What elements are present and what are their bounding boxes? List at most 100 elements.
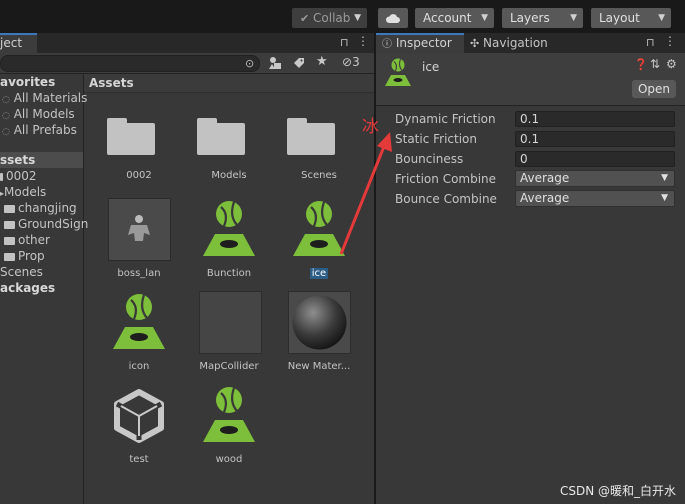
dynamic-friction-field[interactable]: 0.1: [515, 111, 675, 127]
chevron-down-icon: ▼: [481, 13, 488, 23]
asset-label: Bunction: [206, 268, 252, 279]
star-icon[interactable]: ★: [316, 54, 328, 69]
friction-combine-label: Friction Combine: [395, 172, 497, 186]
tree-item-models[interactable]: ▸Models: [0, 184, 46, 200]
folder-icon: [4, 236, 15, 245]
tree-item-packages[interactable]: ackages: [0, 280, 55, 296]
tree-item-0002[interactable]: 0002: [0, 168, 37, 184]
lock-icon[interactable]: ⊓: [340, 36, 349, 49]
bounce-combine-dropdown[interactable]: Average ▼: [515, 190, 675, 207]
gear-icon[interactable]: ⚙: [666, 57, 677, 71]
layers-dropdown[interactable]: Layers ▼: [502, 8, 583, 28]
tab-navigation[interactable]: ✣ Navigation: [470, 33, 580, 53]
project-tree: avorites ◌ All Materials ◌ All Models ◌ …: [0, 74, 88, 504]
layout-dropdown[interactable]: Layout ▼: [591, 8, 671, 28]
assets-breadcrumb: Assets: [84, 74, 374, 93]
asset-new-material[interactable]: New Mater...: [279, 291, 359, 375]
material-thumbnail: [288, 291, 351, 354]
search-input[interactable]: ⊙: [0, 55, 260, 72]
collab-button[interactable]: ✔ Collab ▼: [292, 8, 367, 28]
bounciness-label: Bounciness: [395, 152, 464, 166]
check-icon: ✔: [300, 12, 310, 25]
asset-label: test: [129, 454, 149, 465]
kebab-menu-icon[interactable]: ⋮: [357, 34, 369, 48]
tree-item-other[interactable]: other: [0, 232, 50, 248]
tag-icon: [294, 58, 304, 68]
account-dropdown[interactable]: Account ▼: [415, 8, 494, 28]
static-friction-label: Static Friction: [395, 132, 478, 146]
help-icon[interactable]: ❓: [634, 58, 648, 71]
tab-project[interactable]: ject: [0, 33, 37, 53]
tab-inspector[interactable]: ⓘ Inspector: [376, 33, 464, 53]
kebab-menu-icon[interactable]: ⋮: [664, 34, 676, 48]
asset-label: ice: [309, 268, 329, 279]
chevron-down-icon: ▼: [661, 193, 668, 203]
asset-icon[interactable]: icon: [99, 291, 179, 375]
asset-0002[interactable]: 0002: [99, 108, 179, 192]
friction-combine-dropdown[interactable]: Average ▼: [515, 170, 675, 187]
hidden-count: 3: [352, 55, 360, 69]
tree-item-groundsign[interactable]: GroundSign: [0, 216, 88, 232]
asset-name: ice: [422, 60, 440, 74]
chevron-down-icon: ▼: [570, 13, 577, 23]
asset-models[interactable]: Models: [189, 108, 269, 192]
inspector-tab-label: Inspector: [395, 36, 452, 50]
tree-item-changjing[interactable]: changjing: [0, 200, 77, 216]
tree-item-all-prefabs[interactable]: ◌ All Prefabs: [0, 122, 77, 138]
cloud-button[interactable]: [378, 8, 408, 28]
asset-label: wood: [215, 454, 243, 465]
hidden-packages-button[interactable]: ⊘3: [342, 55, 360, 69]
physic-material-icon: [385, 58, 411, 86]
eye-slash-icon: ⊘: [342, 55, 353, 69]
search-clear-icon[interactable]: ⊙: [245, 56, 254, 71]
folder-icon: [287, 118, 335, 155]
asset-boss-lan[interactable]: boss_lan: [99, 198, 179, 282]
bounce-combine-label: Bounce Combine: [395, 192, 497, 206]
filter-type-button[interactable]: [264, 54, 286, 72]
asset-test[interactable]: test: [99, 384, 179, 468]
tree-item-assets[interactable]: ssets: [0, 152, 83, 168]
annotation-arrow: [339, 132, 392, 255]
lock-icon[interactable]: ⊓: [646, 36, 655, 49]
character-model-icon: [128, 215, 150, 241]
preset-icon[interactable]: ⇅: [650, 57, 660, 71]
filter-label-button[interactable]: [290, 54, 308, 72]
asset-bunction[interactable]: Bunction: [189, 198, 269, 282]
project-tab-bar: [0, 33, 374, 53]
friction-combine-value: Average: [520, 171, 570, 185]
main-toolbar: ✔ Collab ▼ Account ▼ Layers ▼ Layout ▼: [0, 0, 685, 33]
chevron-down-icon: ▼: [354, 13, 361, 23]
tree-item-all-materials[interactable]: ◌ All Materials: [0, 90, 87, 106]
info-icon: ⓘ: [382, 39, 392, 50]
tree-item-prop[interactable]: Prop: [0, 248, 45, 264]
watermark-text: CSDN @暖和_白开水: [560, 484, 677, 498]
navigation-icon: ✣: [470, 37, 480, 50]
asset-label: New Mater...: [287, 361, 351, 372]
open-button[interactable]: Open: [632, 80, 676, 98]
physic-material-icon: [113, 294, 165, 349]
static-friction-field[interactable]: 0.1: [515, 131, 675, 147]
collab-label: Collab: [313, 11, 351, 25]
dynamic-friction-label: Dynamic Friction: [395, 112, 496, 126]
project-tab-label: ject: [0, 36, 23, 50]
folder-icon: [197, 118, 245, 155]
asset-label: icon: [128, 361, 150, 372]
physic-material-icon: [203, 387, 255, 442]
chevron-down-icon: ▼: [661, 173, 668, 183]
tree-item-scenes[interactable]: Scenes: [0, 264, 43, 280]
folder-icon: [4, 204, 15, 213]
bounciness-field[interactable]: 0: [515, 151, 675, 167]
asset-label: 0002: [126, 170, 152, 181]
folder-icon: [4, 252, 15, 261]
tree-item-all-models[interactable]: ◌ All Models: [0, 106, 75, 122]
model-thumbnail: [108, 198, 171, 261]
layers-label: Layers: [510, 11, 550, 25]
empty-thumbnail: [199, 291, 262, 354]
asset-wood[interactable]: wood: [189, 384, 269, 468]
asset-mapcollider[interactable]: MapCollider: [189, 291, 269, 375]
physic-material-icon: [203, 201, 255, 256]
folder-icon: [0, 172, 3, 181]
bounce-combine-value: Average: [520, 191, 570, 205]
tree-item-favorites[interactable]: avorites: [0, 74, 55, 90]
search-icon: ◌: [2, 95, 10, 105]
